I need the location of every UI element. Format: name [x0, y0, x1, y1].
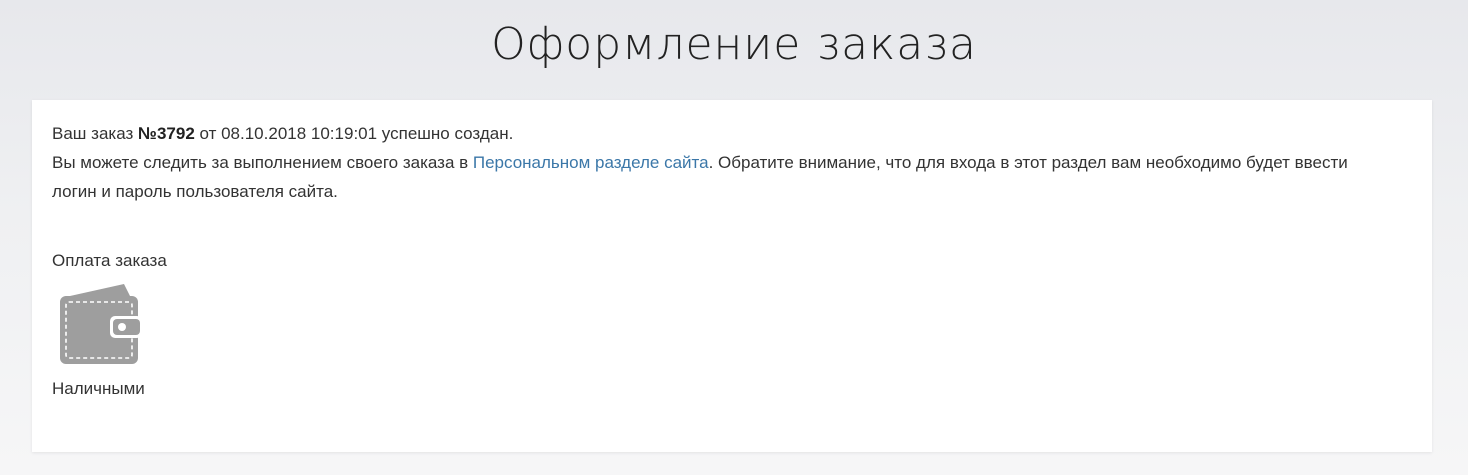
payment-title: Оплата заказа: [52, 251, 167, 270]
wallet-icon[interactable]: [58, 282, 144, 368]
order-date-status: от 08.10.2018 10:19:01 успешно создан.: [194, 124, 514, 143]
order-info: Ваш заказ №3792 от 08.10.2018 10:19:01 у…: [52, 119, 1352, 206]
payment-method-cash[interactable]: Наличными: [52, 376, 145, 402]
tracking-prefix: Вы можете следить за выполнением своего …: [52, 153, 473, 172]
page-title: Оформление заказа: [491, 19, 977, 70]
personal-section-link[interactable]: Персональном разделе сайта: [473, 153, 709, 172]
order-confirmation-card: Ваш заказ №3792 от 08.10.2018 10:19:01 у…: [32, 100, 1432, 452]
order-prefix: Ваш заказ: [52, 124, 138, 143]
order-number: №3792: [138, 124, 195, 143]
